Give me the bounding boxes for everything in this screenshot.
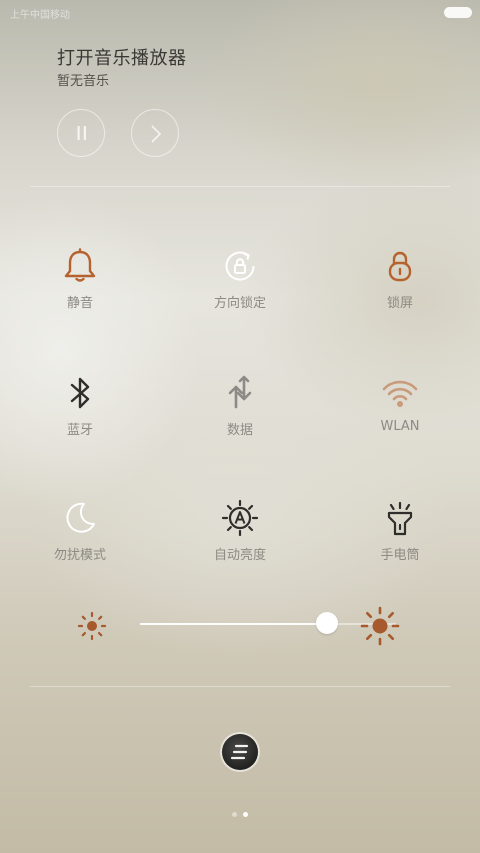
- next-button[interactable]: [131, 109, 179, 157]
- player-title[interactable]: 打开音乐播放器: [57, 44, 187, 70]
- lock-icon: [388, 251, 412, 282]
- toggle-lock-screen[interactable]: 锁屏: [350, 246, 450, 326]
- brightness-slider[interactable]: [76, 606, 406, 646]
- wifi-icon: [382, 380, 418, 407]
- bluetooth-icon: [70, 377, 90, 409]
- player-subtitle: 暂无音乐: [57, 74, 110, 89]
- toggle-label: 锁屏: [386, 296, 413, 311]
- toggle-label: 方向锁定: [213, 296, 266, 311]
- carrier-text: 上午中国移动: [10, 10, 70, 21]
- toggle-label: 手电筒: [380, 548, 420, 563]
- battery-icon: [444, 7, 472, 18]
- edit-toggles-icon: [230, 744, 249, 760]
- page-indicator: [230, 812, 254, 820]
- toggle-label: 自动亮度: [213, 548, 266, 563]
- sun-high-icon: [360, 606, 400, 646]
- brightness-track-filled: [140, 623, 327, 625]
- moon-icon: [66, 502, 95, 533]
- page-dot: [232, 812, 237, 817]
- toggle-label: 数据: [226, 423, 253, 438]
- status-bar: 上午中国移动: [0, 0, 480, 26]
- data-transfer-icon: [228, 375, 252, 409]
- toggle-auto-brightness[interactable]: 自动亮度: [190, 498, 290, 578]
- rotation-lock-icon: [225, 251, 255, 281]
- toggle-label: 蓝牙: [66, 423, 93, 438]
- toggle-bluetooth[interactable]: 蓝牙: [30, 373, 130, 453]
- toggle-label: 勿扰模式: [53, 548, 106, 563]
- pause-icon: [77, 126, 86, 140]
- divider: [30, 686, 450, 687]
- flashlight-icon: [387, 501, 413, 536]
- bell-icon: [64, 248, 96, 282]
- chevron-right-icon: [151, 125, 162, 143]
- divider: [30, 186, 450, 187]
- toggle-silent[interactable]: 静音: [30, 246, 130, 326]
- toggle-data[interactable]: 数据: [190, 373, 290, 453]
- pause-button[interactable]: [57, 109, 105, 157]
- sun-low-icon: [77, 611, 107, 641]
- auto-brightness-icon: [221, 499, 259, 537]
- toggle-flashlight[interactable]: 手电筒: [350, 498, 450, 578]
- toggle-wlan[interactable]: WLAN: [350, 373, 450, 453]
- edit-toggles-button[interactable]: [222, 734, 258, 770]
- toggle-do-not-disturb[interactable]: 勿扰模式: [30, 498, 130, 578]
- toggle-rotation-lock[interactable]: 方向锁定: [190, 246, 290, 326]
- toggle-label: WLAN: [380, 419, 420, 434]
- page-dot-active: [243, 812, 248, 817]
- brightness-thumb[interactable]: [316, 612, 338, 634]
- toggle-label: 静音: [66, 296, 93, 311]
